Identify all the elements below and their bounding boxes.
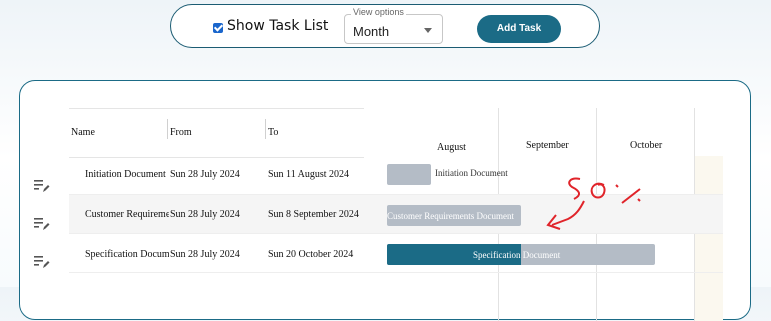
view-options-legend: View options <box>351 7 406 17</box>
task-bar[interactable]: Specification Document <box>387 244 655 265</box>
view-options-value: Month <box>353 24 390 39</box>
view-options-select[interactable]: View options Month <box>344 7 443 44</box>
task-bar-label: Customer Requirements Document <box>387 211 514 221</box>
gantt-panel: Name From To August September October In… <box>19 80 751 321</box>
task-to: Sun 11 August 2024 <box>268 169 350 180</box>
task-bar-label: Specification Document <box>473 250 561 260</box>
edit-icon[interactable] <box>34 179 50 193</box>
task-list-header: Name From To <box>69 108 364 158</box>
task-from: Sun 28 July 2024 <box>170 169 240 180</box>
show-task-list-label[interactable]: Show Task List <box>227 18 328 34</box>
chevron-down-icon <box>424 28 432 33</box>
month-label: August <box>437 142 466 153</box>
task-from: Sun 28 July 2024 <box>170 209 240 220</box>
month-label: October <box>630 140 663 151</box>
header-from: From <box>170 127 192 138</box>
gantt-timeline-header: August September October <box>364 108 723 156</box>
task-to: Sun 20 October 2024 <box>268 249 354 260</box>
toolbar: Show Task List View options Month Add Ta… <box>170 4 600 48</box>
task-bar[interactable] <box>387 164 431 185</box>
edit-icon[interactable] <box>34 255 50 269</box>
header-to: To <box>268 127 279 138</box>
month-label: September <box>526 140 569 151</box>
task-bar[interactable]: Customer Requirements Document <box>387 205 521 226</box>
task-name: Initiation Document <box>85 169 166 180</box>
add-task-button[interactable]: Add Task <box>477 15 561 43</box>
task-name: Specification Document <box>85 249 169 260</box>
task-to: Sun 8 September 2024 <box>268 209 359 220</box>
task-name: Customer Requirements Document <box>85 209 169 220</box>
show-task-list-checkbox[interactable] <box>213 23 223 33</box>
task-from: Sun 28 July 2024 <box>170 249 240 260</box>
header-name: Name <box>71 127 95 138</box>
task-bar-label: Initiation Document <box>435 168 508 178</box>
edit-icon[interactable] <box>34 217 50 231</box>
handwritten-annotation <box>546 177 641 230</box>
